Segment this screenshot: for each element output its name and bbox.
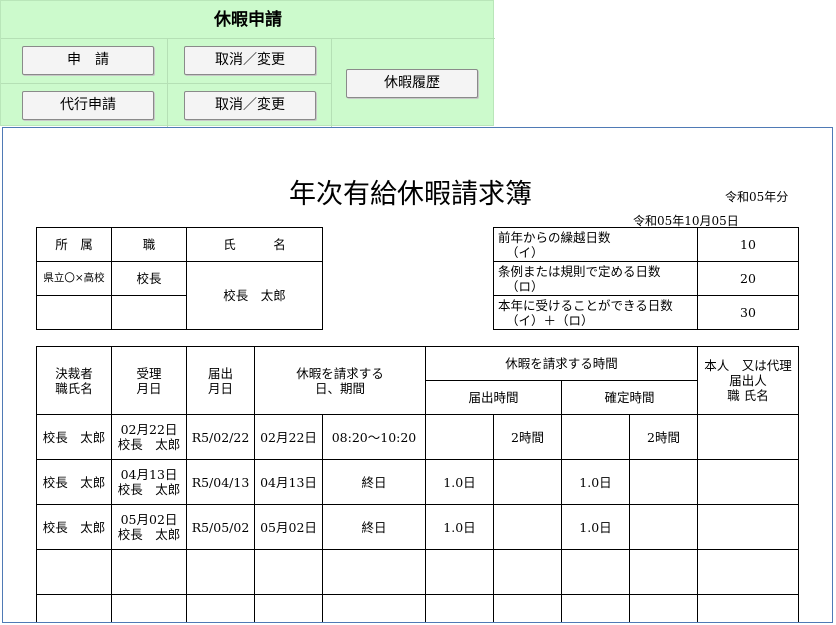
panel-divider [331,39,332,127]
filed-header: 届出 月日 [186,346,255,415]
received-cell [111,594,187,622]
empty-cell [111,295,187,330]
received-header: 受理 月日 [111,346,187,415]
empty-cell [36,295,112,330]
filed-time-header: 届出時間 [425,380,562,415]
apply-button[interactable]: 申 請 [22,46,154,75]
days-table: 前年からの繰越日数 （イ） 10 条例または規則で定める日数 （ロ） 20 本年… [493,227,799,330]
filed-hour-cell [493,504,562,550]
period-cell: 終日 [322,504,426,550]
leave-log-table: 決裁者 職氏名 受理 月日 届出 月日 休暇を請求する 日、期間 休暇を請求する時間 本… [36,346,799,622]
panel-divider [1,38,495,39]
table-row: 校長 太郎 05月02日 校長 太郎 R5/05/02 05月02日 終日 1.0… [36,504,799,550]
days-label-statutory: 条例または規則で定める日数 （ロ） [493,261,698,296]
filed-hour-cell [493,594,562,622]
confirmed-hour-cell [629,594,698,622]
table-row [36,594,799,622]
table-row [36,549,799,595]
approver-cell [36,594,112,622]
person-cell [697,414,799,460]
received-cell: 05月02日 校長 太郎 [111,504,187,550]
filed-cell [186,594,255,622]
position-header: 職 [111,227,187,262]
position-value: 校長 [111,261,187,296]
confirmed-day-cell: 1.0日 [561,459,630,505]
dept-value: 県立〇×高校 [36,261,112,296]
filed-day-cell: 1.0日 [425,459,494,505]
received-cell [111,549,187,595]
cancel-change-button-2[interactable]: 取消／変更 [184,91,316,120]
filed-day-cell [425,594,494,622]
person-cell [697,549,799,595]
dept-header: 所 属 [36,227,112,262]
panel-divider [1,83,331,84]
received-cell: 02月22日 校長 太郎 [111,414,187,460]
confirmed-day-cell [561,549,630,595]
year-label: 令和05年分 [725,190,789,204]
filed-cell: R5/05/02 [186,504,255,550]
carryover-sub: （イ） [506,244,544,260]
date-cell [254,549,323,595]
document-title: 年次有給休暇請求簿 [289,179,532,210]
carryover-label: 前年からの繰越日数 [498,229,611,245]
date-cell: 05月02日 [254,504,323,550]
statutory-sub: （ロ） [506,278,544,294]
leave-request-ledger: 年次有給休暇請求簿 令和05年分 令和05年10月05日 所 属 職 氏 名 県… [2,127,833,623]
filed-day-cell [425,414,494,460]
confirmed-hour-cell [629,549,698,595]
filed-cell: R5/04/13 [186,459,255,505]
leave-request-panel: 休暇申請 申 請 取消／変更 代行申請 取消／変更 休暇履歴 [0,0,495,127]
approver-cell: 校長 太郎 [36,504,112,550]
days-value-carryover: 10 [697,227,799,262]
proxy-apply-button[interactable]: 代行申請 [22,91,154,120]
leave-history-button[interactable]: 休暇履歴 [346,69,478,98]
available-sub: （イ）＋（ロ） [506,312,594,328]
cancel-change-button[interactable]: 取消／変更 [184,46,316,75]
affiliation-table: 所 属 職 氏 名 県立〇×高校 校長 校長 太郎 [36,227,323,330]
date-cell: 02月22日 [254,414,323,460]
period-header: 休暇を請求する 日、期間 [254,346,426,415]
confirmed-time-header: 確定時間 [561,380,698,415]
statutory-label: 条例または規則で定める日数 [498,263,661,279]
confirmed-hour-cell [629,504,698,550]
available-label: 本年に受けることができる日数 [498,297,673,313]
panel-title: 休暇申請 [214,10,282,30]
name-header: 氏 名 [186,227,323,262]
period-cell [322,549,426,595]
approver-cell: 校長 太郎 [36,459,112,505]
confirmed-day-cell [561,594,630,622]
table-row: 校長 太郎 02月22日 校長 太郎 R5/02/22 02月22日 08:20〜… [36,414,799,460]
days-value-statutory: 20 [697,261,799,296]
confirmed-day-cell: 1.0日 [561,504,630,550]
filed-hour-cell [493,549,562,595]
received-cell: 04月13日 校長 太郎 [111,459,187,505]
person-cell [697,594,799,622]
confirmed-day-cell [561,414,630,460]
person-cell [697,459,799,505]
approver-cell: 校長 太郎 [36,414,112,460]
person-header: 本人 又は代理 届出人職 氏名 [697,346,799,415]
days-label-carryover: 前年からの繰越日数 （イ） [493,227,698,262]
filed-hour-cell [493,459,562,505]
person-cell [697,504,799,550]
filed-hour-cell: 2時間 [493,414,562,460]
period-cell: 終日 [322,459,426,505]
approver-cell [36,549,112,595]
period-cell [322,594,426,622]
confirmed-hour-cell [629,459,698,505]
days-value-available: 30 [697,295,799,330]
days-label-available: 本年に受けることができる日数 （イ）＋（ロ） [493,295,698,330]
table-row: 校長 太郎 04月13日 校長 太郎 R5/04/13 04月13日 終日 1.0… [36,459,799,505]
filed-cell [186,549,255,595]
filed-day-cell [425,549,494,595]
filed-day-cell: 1.0日 [425,504,494,550]
time-header: 休暇を請求する時間 [425,346,698,381]
date-cell: 04月13日 [254,459,323,505]
date-cell [254,594,323,622]
approver-header: 決裁者 職氏名 [36,346,112,415]
name-value: 校長 太郎 [186,261,323,330]
confirmed-hour-cell: 2時間 [629,414,698,460]
filed-cell: R5/02/22 [186,414,255,460]
period-cell: 08:20〜10:20 [322,414,426,460]
